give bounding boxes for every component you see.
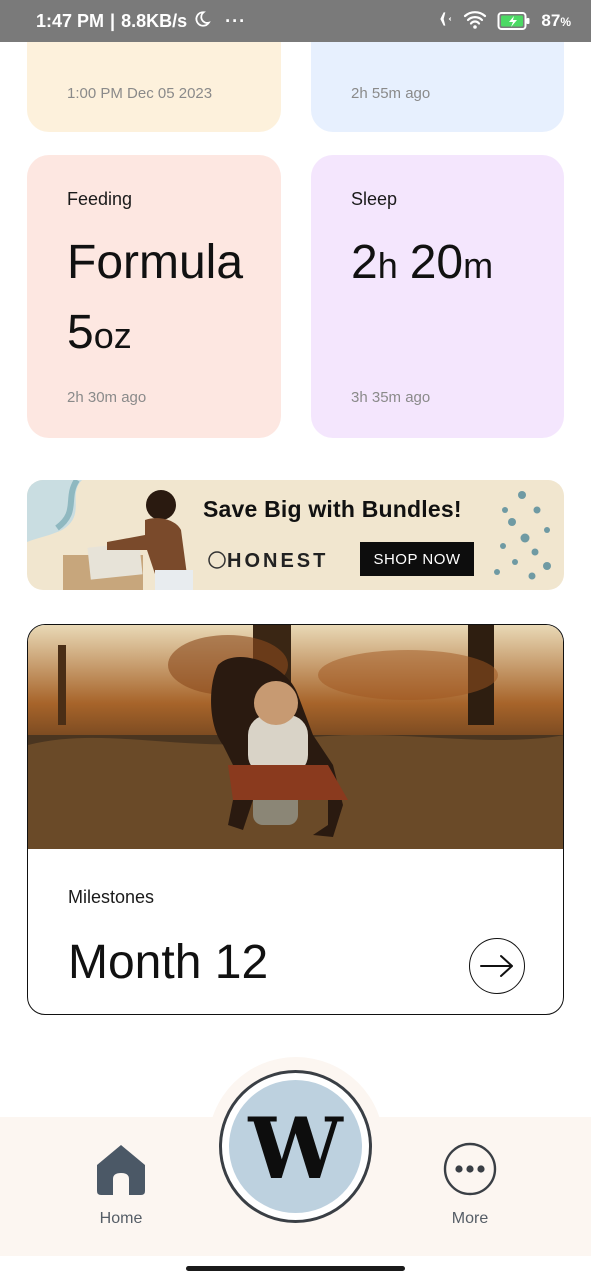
status-more: ··· [225,10,247,31]
feeding-ago: 2h 30m ago [67,389,147,406]
card-timestamp: 2h 55m ago [351,85,431,102]
arrow-right-icon[interactable] [469,938,525,994]
sleep-duration: 2h 20m [351,236,494,289]
status-speed: 8.8KB/s [121,10,188,31]
status-bar: 1:47 PM | 8.8KB/s ··· 87% [0,0,591,42]
center-action-button[interactable]: W [219,1070,372,1223]
sleep-label: Sleep [351,189,398,209]
nav-home[interactable]: Home [71,1141,171,1228]
shop-now-button[interactable]: SHOP NOW [360,542,474,576]
card-top-right[interactable]: 2h 55m ago [311,42,564,132]
feeding-card[interactable]: Feeding Formula 5oz 2h 30m ago [27,155,281,438]
feeding-amount: 5oz [67,306,132,359]
feeding-label: Feeding [67,189,133,209]
nav-more-label: More [451,1210,489,1227]
ad-banner[interactable]: Save Big with Bundles! HONEST SHOP NOW [27,480,564,590]
ad-brand: HONEST [227,550,329,572]
app-logo-letter: W [248,1098,343,1198]
card-timestamp: 1:00 PM Dec 05 2023 [67,85,213,102]
milestones-label: Milestones [68,887,155,907]
airplane-icon [431,9,453,34]
system-home-bar [0,1256,591,1280]
milestone-value: Month 12 [68,936,269,989]
battery-icon [497,11,531,31]
nav-home-label: Home [99,1210,143,1227]
nav-more[interactable]: More [420,1141,520,1228]
card-top-left[interactable]: 1:00 PM Dec 05 2023 [27,42,281,132]
feeding-value: Formula [67,236,244,289]
milestone-photo [28,625,563,849]
moon-icon [193,10,211,33]
more-icon [442,1142,498,1201]
ad-title: Save Big with Bundles! [203,496,462,522]
sleep-ago: 3h 35m ago [351,389,431,406]
milestones-card[interactable]: Milestones Month 12 [27,624,564,1015]
main-content: 1:00 PM Dec 05 2023 2h 55m ago Feeding F… [0,42,591,1117]
sleep-card[interactable]: Sleep 2h 20m 3h 35m ago [311,155,564,438]
battery-percent: 87 [541,11,561,30]
home-indicator[interactable] [186,1266,405,1271]
wifi-icon [463,9,487,34]
home-icon [93,1145,149,1201]
status-time: 1:47 PM [36,10,105,31]
